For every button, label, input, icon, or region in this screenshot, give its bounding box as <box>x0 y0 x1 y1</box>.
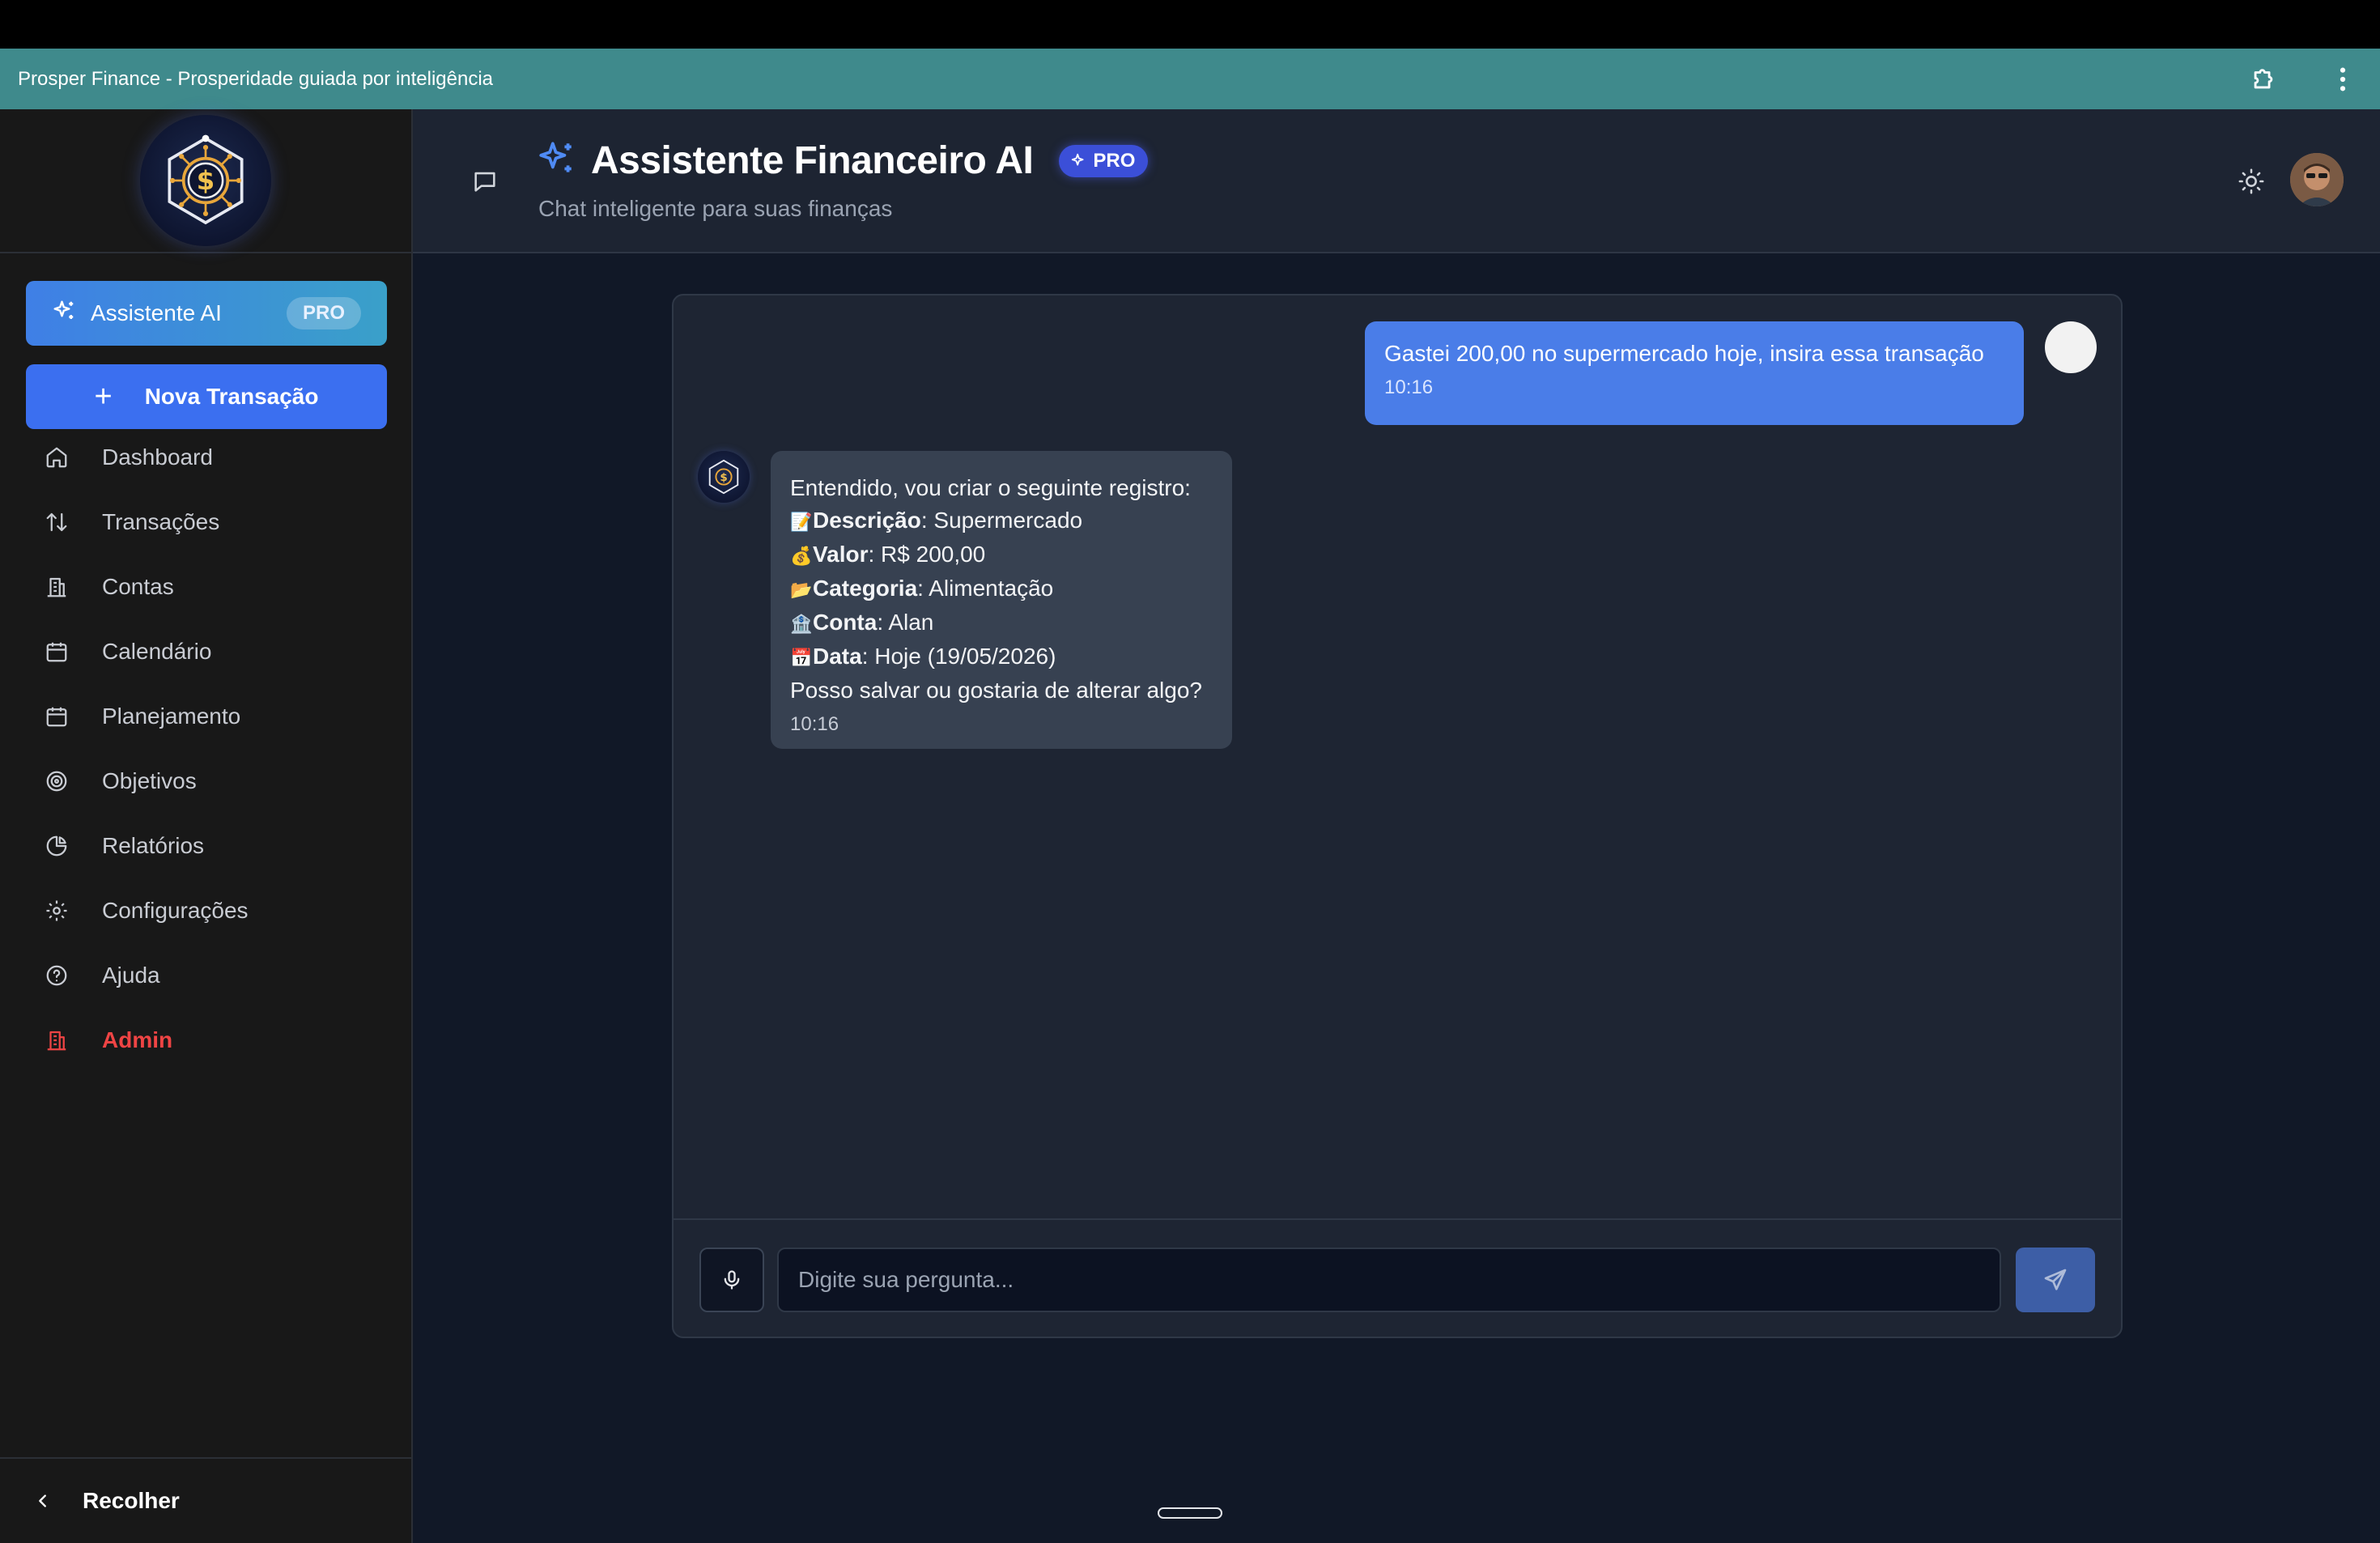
sparkles-icon <box>52 299 76 329</box>
bot-message-bubble: Entendido, vou criar o seguinte registro… <box>771 451 1232 749</box>
ai-assistant-label: Assistente AI <box>91 300 222 325</box>
message-time: 10:16 <box>790 713 839 735</box>
svg-text:$: $ <box>197 165 215 196</box>
bot-field-categoria: 📂Categoria: Alimentação <box>790 572 1213 606</box>
user-message-text: Gastei 200,00 no supermercado hoje, insi… <box>1384 341 1984 366</box>
chat-panel: Gastei 200,00 no supermercado hoje, insi… <box>672 294 2123 1338</box>
pro-badge: PRO <box>1059 144 1149 177</box>
target-icon <box>44 768 70 794</box>
collapse-sidebar-button[interactable]: Recolher <box>0 1457 411 1543</box>
memo-emoji-icon: 📝 <box>790 512 813 532</box>
send-button[interactable] <box>2016 1248 2095 1312</box>
send-icon <box>2044 1269 2067 1290</box>
user-message-bubble: Gastei 200,00 no supermercado hoje, insi… <box>1365 321 2024 425</box>
bot-field-data: 📅Data: Hoje (19/05/2026) <box>790 640 1213 674</box>
sidebar-item-label: Calendário <box>102 639 212 664</box>
building-icon <box>44 1027 70 1053</box>
new-transaction-label: Nova Transação <box>144 384 319 409</box>
sparkles-icon <box>1072 153 1084 165</box>
sidebar-item-admin[interactable]: Admin <box>26 1008 387 1073</box>
bot-field-descricao: 📝Descrição: Supermercado <box>790 504 1213 538</box>
sidebar-item-transacoes[interactable]: Transações <box>26 490 387 555</box>
chat-question-input[interactable] <box>777 1248 2001 1312</box>
bot-field-valor: 💰Valor: R$ 200,00 <box>790 538 1213 572</box>
calendar-icon <box>44 639 70 665</box>
page-header: Assistente Financeiro AI PRO Chat inteli… <box>413 109 2380 253</box>
message-time: 10:16 <box>1384 376 1434 398</box>
sidebar-item-configuracoes[interactable]: Configurações <box>26 878 387 943</box>
microphone-icon <box>724 1270 740 1290</box>
bot-avatar: $ <box>698 451 750 503</box>
more-vertical-icon[interactable] <box>2327 63 2359 96</box>
sidebar-item-label: Dashboard <box>102 444 213 470</box>
user-avatar[interactable] <box>2290 153 2344 206</box>
sidebar-item-label: Transações <box>102 509 220 534</box>
sidebar-item-label: Ajuda <box>102 963 160 988</box>
collapse-label: Recolher <box>83 1488 180 1513</box>
building-icon <box>44 574 70 600</box>
sidebar-item-label: Relatórios <box>102 833 205 858</box>
microphone-button[interactable] <box>699 1248 764 1312</box>
sparkles-icon <box>536 138 576 183</box>
chat-bubble-icon[interactable] <box>471 168 500 197</box>
sidebar: $ Assistente AI PRO + Nova Transação Das… <box>0 109 413 1543</box>
sidebar-item-relatorios[interactable]: Relatórios <box>26 814 387 878</box>
gear-icon <box>44 898 70 924</box>
sidebar-item-label: Contas <box>102 574 174 599</box>
bank-emoji-icon: 🏦 <box>790 614 813 634</box>
top-bezel <box>0 0 2380 49</box>
svg-text:$: $ <box>720 472 727 484</box>
sidebar-nav: Dashboard Transações Contas Calendário P… <box>26 425 387 1073</box>
plus-icon: + <box>94 380 113 414</box>
sidebar-item-ajuda[interactable]: Ajuda <box>26 943 387 1008</box>
extension-puzzle-icon[interactable] <box>2247 63 2280 96</box>
page-title: Assistente Financeiro AI <box>591 139 1034 182</box>
window-titlebar: Prosper Finance - Prosperidade guiada po… <box>0 49 2380 109</box>
arrows-updown-icon <box>44 509 70 535</box>
user-message-avatar <box>2045 321 2097 373</box>
sidebar-item-dashboard[interactable]: Dashboard <box>26 425 387 490</box>
window-title: Prosper Finance - Prosperidade guiada po… <box>18 67 494 90</box>
new-transaction-button[interactable]: + Nova Transação <box>26 364 387 429</box>
calendar-emoji-icon: 📅 <box>790 648 813 668</box>
sidebar-item-label: Configurações <box>102 898 249 923</box>
sidebar-item-planejamento[interactable]: Planejamento <box>26 684 387 749</box>
pro-badge: PRO <box>286 297 361 329</box>
calendar-icon <box>44 703 70 729</box>
page-subtitle: Chat inteligente para suas finanças <box>538 196 893 221</box>
sidebar-item-contas[interactable]: Contas <box>26 555 387 619</box>
ai-assistant-button[interactable]: Assistente AI PRO <box>26 281 387 346</box>
chat-input-bar <box>674 1218 2121 1337</box>
logo-area: $ <box>0 109 411 253</box>
bot-message-question: Posso salvar ou gostaria de alterar algo… <box>790 678 1202 703</box>
bot-message-intro: Entendido, vou criar o seguinte registro… <box>790 475 1191 500</box>
sidebar-item-objetivos[interactable]: Objetivos <box>26 749 387 814</box>
sidebar-item-calendario[interactable]: Calendário <box>26 619 387 684</box>
sun-theme-toggle-icon[interactable] <box>2238 168 2267 197</box>
main-area: Assistente Financeiro AI PRO Chat inteli… <box>413 109 2380 1543</box>
prosper-logo[interactable]: $ <box>140 115 271 246</box>
sidebar-item-label: Admin <box>102 1027 173 1052</box>
money-bag-emoji-icon: 💰 <box>790 546 813 566</box>
pie-chart-icon <box>44 833 70 859</box>
home-indicator <box>1158 1507 1222 1519</box>
home-icon <box>44 444 70 470</box>
folder-emoji-icon: 📂 <box>790 580 813 600</box>
bot-field-conta: 🏦Conta: Alan <box>790 606 1213 640</box>
sidebar-item-label: Planejamento <box>102 703 241 729</box>
chevron-left-icon <box>34 1492 52 1510</box>
help-circle-icon <box>44 963 70 988</box>
sidebar-item-label: Objetivos <box>102 768 197 793</box>
pro-badge-label: PRO <box>1093 149 1136 172</box>
